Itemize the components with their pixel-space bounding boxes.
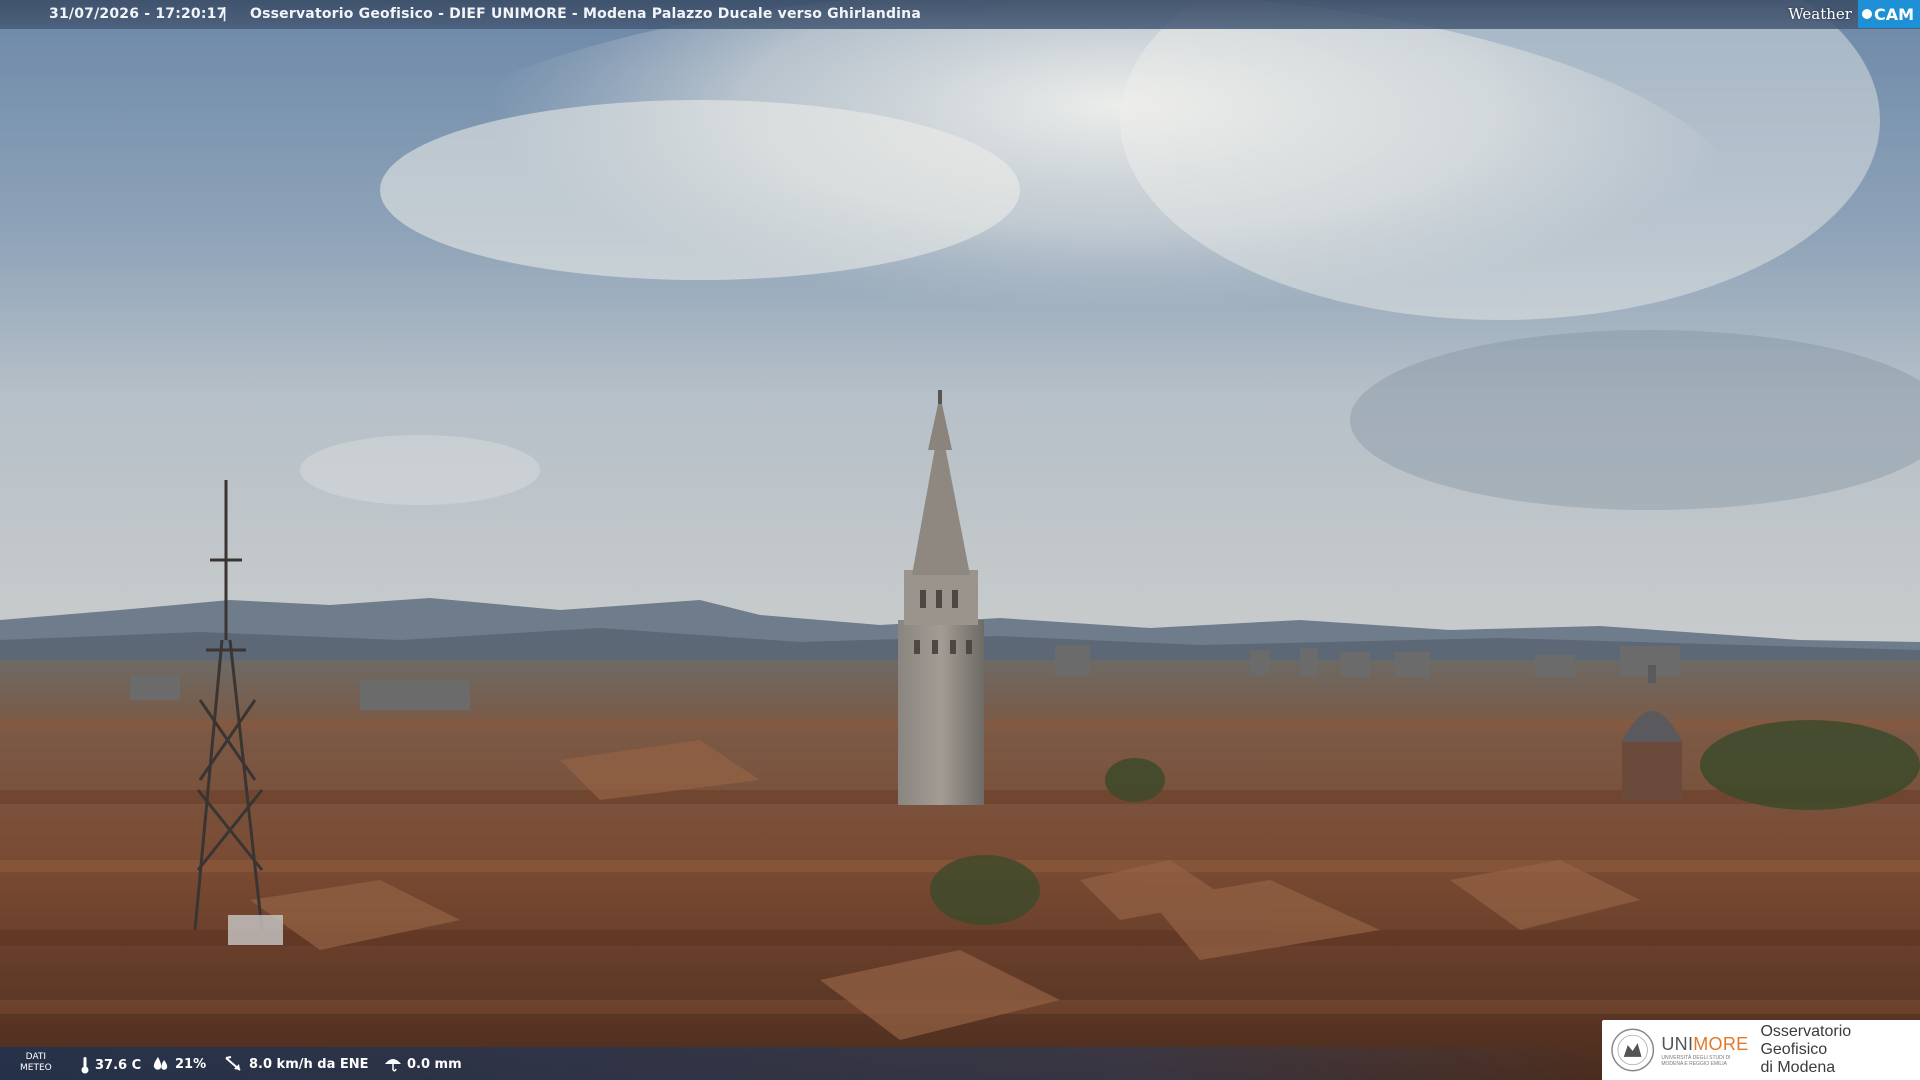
webcam-photo xyxy=(0,0,1920,1080)
humidity-drop-icon xyxy=(153,1057,168,1070)
wind-value: 8.0 km/h da ENE xyxy=(249,1056,369,1072)
unimore-name-uni: UNI xyxy=(1661,1033,1694,1054)
timestamp: 31/07/2026 - 17:20:17 xyxy=(49,6,227,22)
weathercam-logo: Weather CAM xyxy=(1784,0,1920,28)
unimore-subtitle-2: MODENA E REGGIO EMILIA xyxy=(1661,1060,1727,1067)
logo-cam-box: CAM xyxy=(1857,0,1920,28)
unimore-name-more: MORE xyxy=(1693,1033,1749,1054)
observatory-line-1: Osservatorio Geofisico xyxy=(1760,1023,1852,1058)
temperature-reading: 37.6 C xyxy=(80,1056,141,1074)
unimore-name: UNIMORE xyxy=(1661,1034,1748,1055)
wind-reading: 8.0 km/h da ENE xyxy=(224,1056,369,1072)
thermometer-icon xyxy=(81,1057,89,1074)
logo-dot-icon xyxy=(1861,9,1872,19)
camera-title: Osservatorio Geofisico - DIEF UNIMORE - … xyxy=(250,6,921,22)
unimore-logo-panel: UNIMORE UNIVERSITÀ DEGLI STUDI DI MODENA… xyxy=(1602,1020,1920,1080)
observatory-name: Osservatorio Geofisico di Modena xyxy=(1760,1023,1920,1077)
humidity-reading: 21% xyxy=(152,1056,206,1072)
unimore-wordmark: UNIMORE UNIVERSITÀ DEGLI STUDI DI MODENA… xyxy=(1661,1034,1748,1067)
weather-data-bar: DATI METEO 37.6 C 21% 8.0 km/h da ENE 0.… xyxy=(0,1047,1600,1080)
observatory-line-2: di Modena xyxy=(1760,1059,1836,1076)
rain-value: 0.0 mm xyxy=(407,1056,462,1072)
rain-reading: 0.0 mm xyxy=(384,1056,462,1072)
wind-arrow-icon xyxy=(225,1056,241,1071)
temperature-value: 37.6 C xyxy=(95,1057,142,1073)
logo-weather-text: Weather xyxy=(1788,5,1852,23)
dati-line-2: METEO xyxy=(20,1063,52,1073)
logo-cam-text: CAM xyxy=(1873,4,1914,24)
caption-bar: 31/07/2026 - 17:20:17 | Osservatorio Geo… xyxy=(0,0,1920,29)
caption-separator: | xyxy=(222,6,228,22)
dati-line-1: DATI xyxy=(25,1052,47,1062)
unimore-seal-icon xyxy=(1611,1028,1655,1072)
umbrella-icon xyxy=(385,1059,401,1072)
dati-meteo-label: DATI METEO xyxy=(20,1052,52,1074)
humidity-value: 21% xyxy=(175,1056,207,1072)
